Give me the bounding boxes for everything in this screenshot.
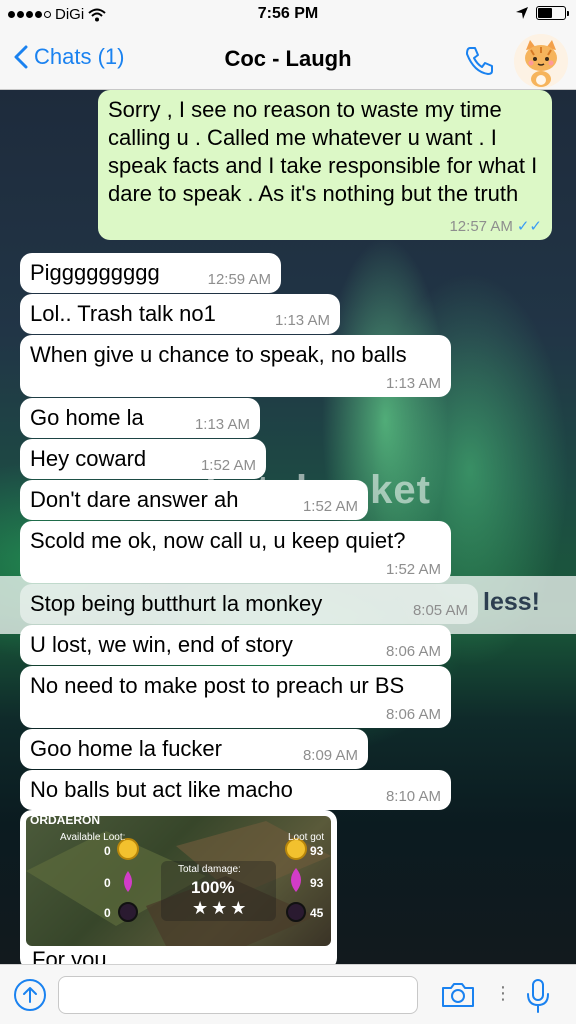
message-time: 8:06 AM [385, 706, 441, 723]
cat-avatar [514, 34, 568, 88]
message-bubble[interactable]: U lost, we win, end of story 8:06 AM [20, 625, 451, 665]
message-text: Don't dare answer ah [30, 487, 239, 512]
camera-icon [442, 983, 474, 1007]
message-time: 12:59 AM [207, 271, 271, 288]
loot-got-dark-elixir: 45 [310, 906, 324, 920]
status-right [516, 6, 569, 20]
available-loot-dark-elixir: 0 [104, 906, 111, 920]
message-time: 1:13 AM [194, 416, 250, 433]
message-bubble[interactable]: Go home la 1:13 AM [20, 398, 260, 438]
message-text: Piggggggggg [30, 260, 160, 285]
composer-bar: ⋮ [0, 964, 576, 1024]
read-ticks-icon: ✓✓ [516, 218, 542, 235]
message-bubble[interactable]: Don't dare answer ah 1:52 AM [20, 480, 368, 520]
message-text: Goo home la fucker [30, 736, 222, 761]
chat-area[interactable]: photobucket less! Sorry , I see no reaso… [0, 90, 576, 964]
message-bubble[interactable]: Goo home la fucker 8:09 AM [20, 729, 368, 769]
message-time: 1:13 AM [385, 375, 441, 392]
loot-got-label: Loot got [288, 832, 325, 843]
back-label: Chats (1) [34, 44, 125, 69]
share-icon [23, 987, 37, 1003]
status-bar: DiGi 7:56 PM [0, 0, 576, 30]
message-time: 1:13 AM [274, 312, 330, 329]
message-time: 1:52 AM [302, 498, 358, 515]
message-text: When give u chance to speak, no balls [30, 342, 407, 367]
separator-dots: ⋮ [494, 983, 512, 1003]
message-bubble[interactable]: Hey coward 1:52 AM [20, 439, 266, 479]
camera-button[interactable] [440, 981, 476, 1009]
call-button[interactable] [460, 40, 500, 80]
message-bubble-outgoing[interactable]: Sorry , I see no reason to waste my time… [98, 90, 552, 240]
status-time: 7:56 PM [257, 5, 319, 22]
battery-icon [536, 6, 569, 20]
contact-avatar[interactable] [514, 34, 568, 88]
message-time: 8:06 AM [385, 643, 441, 660]
message-text: U lost, we win, end of story [30, 632, 293, 657]
village-name: ORDAERON [30, 816, 101, 827]
available-loot-label: Available Loot: [60, 832, 126, 843]
total-damage-label: Total damage: [178, 864, 241, 875]
loot-screenshot[interactable]: ★★★ ORDAERON Available Loot: Loot got To… [26, 816, 331, 946]
message-bubble[interactable]: Lol.. Trash talk no1 1:13 AM [20, 294, 340, 334]
total-damage-value: 100% [191, 878, 235, 897]
message-time: 8:05 AM [412, 602, 468, 619]
message-text: Hey coward [30, 446, 147, 471]
message-time: 8:10 AM [385, 788, 441, 805]
message-bubble[interactable]: Stop being butthurt la monkey 8:05 AM [20, 584, 478, 624]
message-time: 1:52 AM [200, 457, 256, 474]
message-text: No balls but act like macho [30, 777, 293, 802]
wallpaper-banner-text: less! [483, 588, 540, 616]
message-input[interactable] [58, 976, 418, 1014]
location-arrow-icon [516, 7, 528, 19]
microphone-icon [527, 979, 549, 1013]
message-text: Go home la [30, 405, 144, 430]
back-chevron-icon [14, 45, 28, 69]
message-time: 12:57 AM ✓✓ [449, 218, 542, 235]
share-button[interactable] [14, 979, 46, 1011]
image-caption: For you [32, 947, 107, 964]
message-time: 8:09 AM [302, 747, 358, 764]
microphone-button[interactable] [524, 977, 552, 1015]
message-bubble[interactable]: No balls but act like macho 8:10 AM [20, 770, 451, 810]
message-text: Sorry , I see no reason to waste my time… [108, 97, 538, 206]
back-button[interactable]: Chats (1) [14, 44, 124, 70]
loot-got-elixir: 93 [310, 876, 324, 890]
available-loot-gold: 0 [104, 844, 111, 858]
loot-got-gold: 93 [310, 844, 324, 858]
message-bubble[interactable]: When give u chance to speak, no balls 1:… [20, 335, 451, 397]
svg-text:★★★: ★★★ [192, 898, 249, 919]
image-message[interactable]: ★★★ ORDAERON Available Loot: Loot got To… [20, 810, 337, 964]
message-text: No need to make post to preach ur BS [30, 673, 405, 698]
chat-header: Chats (1) Coc - Laugh [0, 30, 576, 90]
message-time: 1:52 AM [385, 561, 441, 578]
message-text: Scold me ok, now call u, u keep quiet? [30, 528, 406, 553]
message-bubble[interactable]: Scold me ok, now call u, u keep quiet? 1… [20, 521, 451, 583]
message-text: Lol.. Trash talk no1 [30, 301, 216, 326]
message-text: Stop being butthurt la monkey [30, 591, 323, 616]
message-bubble[interactable]: Piggggggggg 12:59 AM [20, 253, 281, 293]
message-bubble[interactable]: No need to make post to preach ur BS 8:0… [20, 666, 451, 728]
phone-icon [466, 47, 493, 75]
available-loot-elixir: 0 [104, 876, 111, 890]
